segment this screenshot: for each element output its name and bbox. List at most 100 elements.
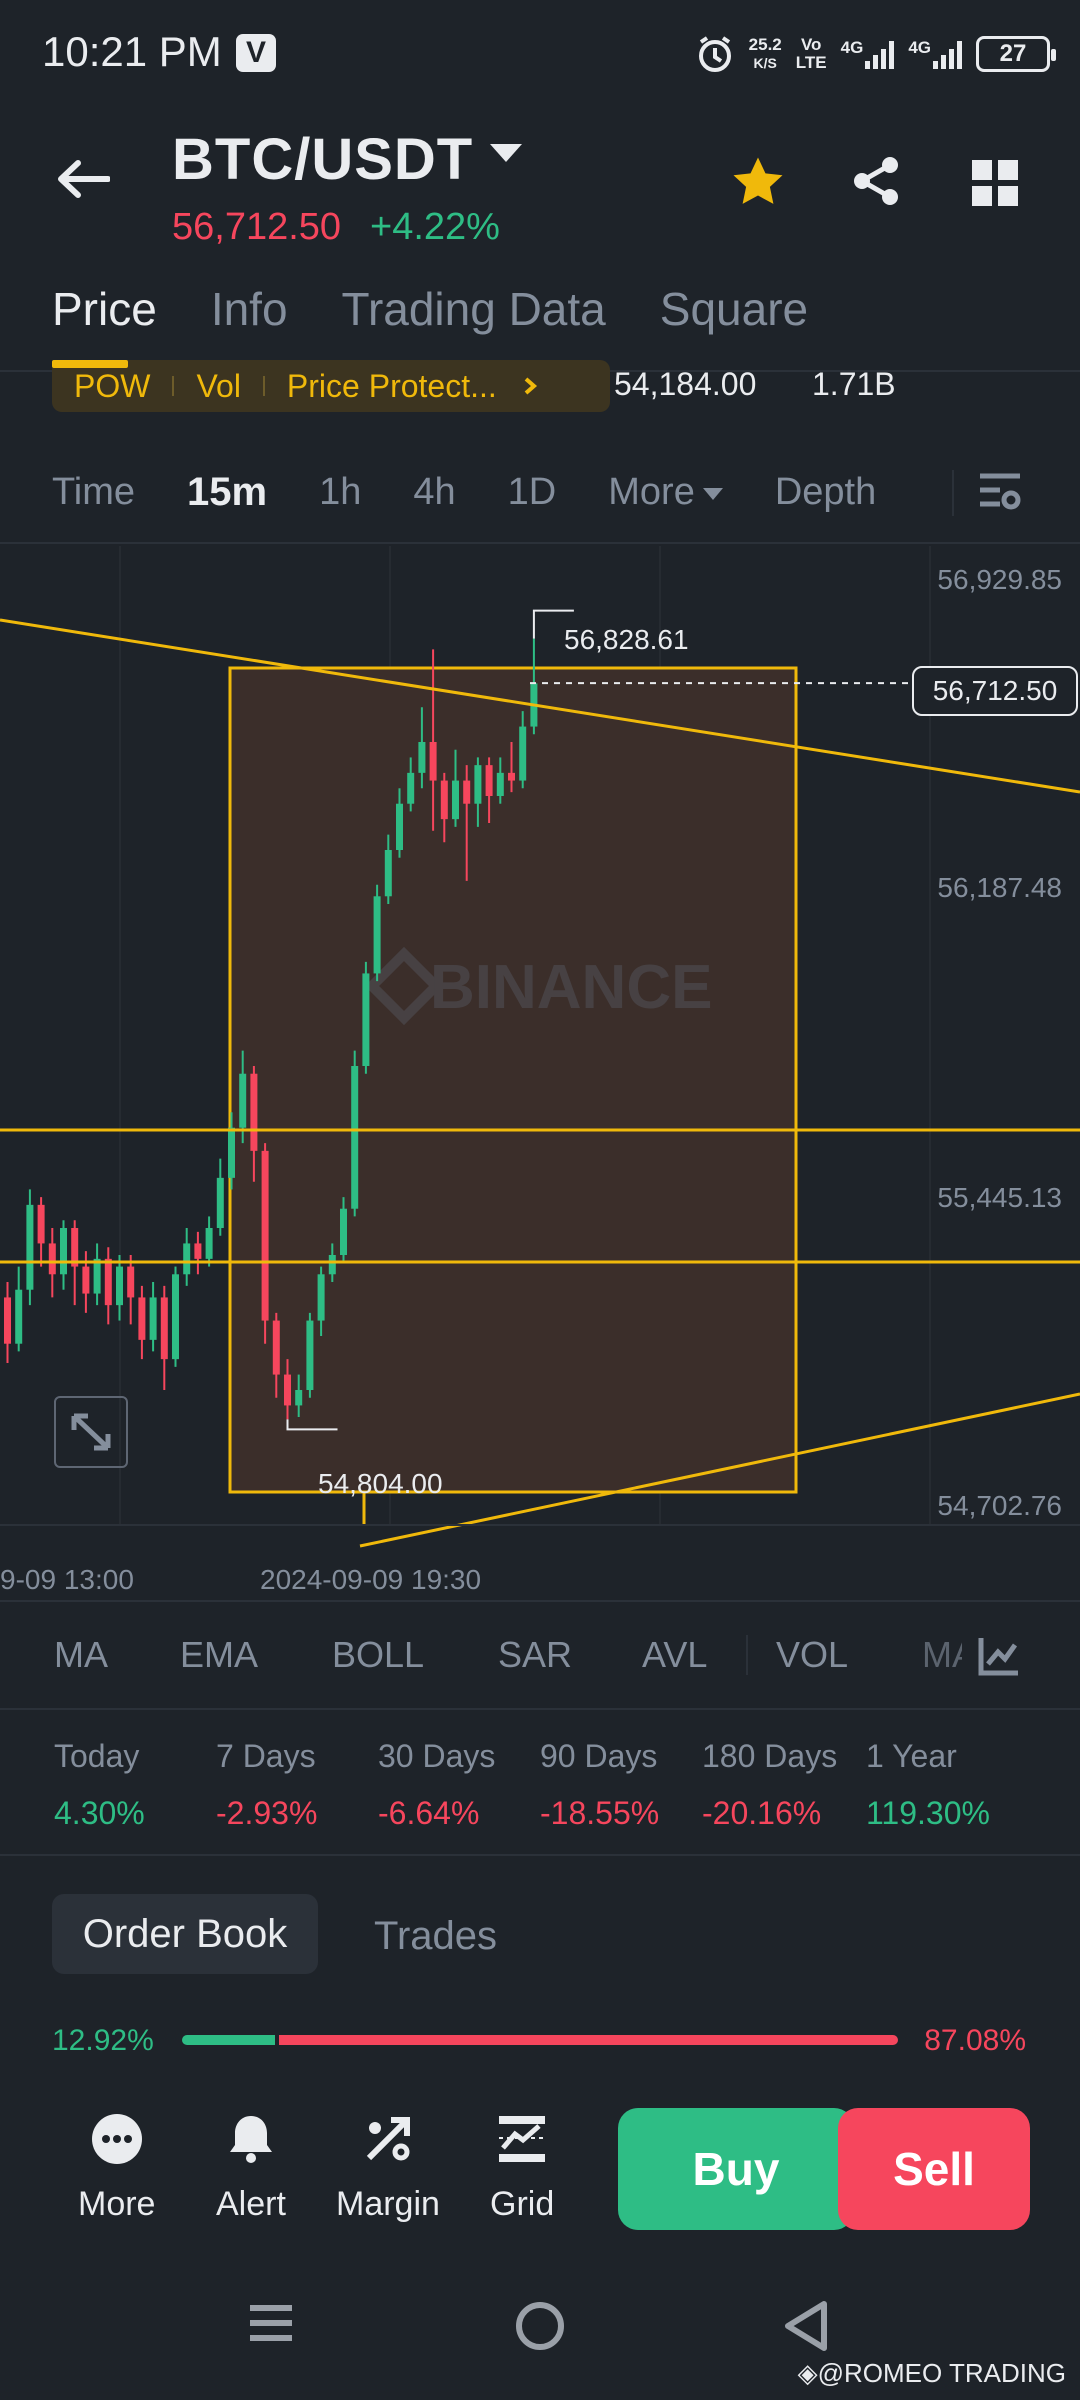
status-icons: 25.2 K/S Vo LTE 4G 4G 27 [695,30,1056,78]
candle [508,772,515,781]
margin-percent-icon [366,2117,410,2161]
candle [194,1243,202,1259]
interval-depth[interactable]: Depth [775,471,876,514]
price-chart[interactable]: BINANCE 56,929.85 56,187.48 55,445.13 54… [0,546,1080,1596]
perf-90-days: 90 Days -18.55% [540,1738,660,1831]
home-icon[interactable] [514,2300,566,2352]
diamond-icon: ◈ [797,2358,818,2388]
candle [452,780,459,820]
alarm-icon [698,36,731,72]
candle [407,772,415,804]
interval-1d[interactable]: 1D [508,471,557,514]
nav-back-icon[interactable] [782,2300,830,2352]
x-tick-label: 2024-09-09 19:30 [260,1564,482,1595]
indicator-ma[interactable]: MA [54,1634,180,1676]
tab-order-book[interactable]: Order Book [52,1894,318,1974]
indicator-avl[interactable]: AVL [642,1634,746,1676]
indicator-ma-sub[interactable]: MA [922,1634,962,1676]
alert-button[interactable]: Alert [216,2112,286,2224]
tag-highlight-bar [52,360,128,368]
y-tick-label: 56,929.85 [937,564,1062,595]
candle [317,1274,325,1321]
candle [373,896,381,974]
low-price-label: 54,804.00 [318,1468,443,1499]
drawn-rectangle[interactable] [228,666,798,1494]
candle [250,1073,258,1151]
ask-ratio-bar [278,2035,898,2045]
indicator-ema[interactable]: EMA [180,1634,332,1676]
candle [272,1320,280,1375]
v-app-icon: V [236,34,276,72]
candle [362,973,370,1066]
expand-icon [71,1413,111,1451]
candle [306,1320,314,1390]
candle [340,1208,347,1255]
candle [328,1255,336,1275]
candle [116,1266,123,1306]
back-arrow-icon[interactable] [56,160,110,198]
candle [160,1297,168,1360]
expand-chart-button[interactable] [54,1396,128,1468]
chart-settings-icon[interactable] [978,470,1022,514]
price-change: +4.22% [370,206,500,248]
bell-icon [229,2116,272,2163]
tag-vol[interactable]: Vol [174,368,262,405]
high-price-label: 56,828.61 [564,624,689,655]
caret-down-icon [702,487,723,500]
watermark-text: BINANCE [430,953,712,1022]
favorite-star-icon[interactable] [730,155,786,209]
grid-trading-icon [499,2116,546,2162]
bid-ratio: 12.92% [52,2024,154,2057]
pair-dropdown-icon[interactable] [490,144,522,162]
indicator-sar[interactable]: SAR [498,1634,642,1676]
chevron-right-icon[interactable] [523,376,539,396]
signal-sim1-icon: 4G [841,39,895,69]
tab-info[interactable]: Info [211,282,288,336]
indicator-boll[interactable]: BOLL [332,1634,498,1676]
interval-1h[interactable]: 1h [319,471,361,514]
indicator-divider-line [0,1708,1080,1710]
interval-time[interactable]: Time [52,471,135,514]
candle [440,780,448,820]
candle [485,765,493,796]
more-button[interactable]: More [78,2112,155,2224]
perf-divider [0,1854,1080,1856]
margin-button[interactable]: Margin [336,2112,440,2224]
candle [418,742,426,773]
recent-apps-icon[interactable] [248,2300,294,2346]
tab-trades[interactable]: Trades [374,1914,497,1959]
pair-title[interactable]: BTC/USDT [172,126,473,193]
interval-more[interactable]: More [608,471,723,514]
interval-4h[interactable]: 4h [413,471,455,514]
candle [396,803,403,850]
tab-square[interactable]: Square [660,282,808,336]
interval-15m[interactable]: 15m [187,470,267,515]
buy-button[interactable]: Buy [618,2108,854,2230]
candle [216,1177,224,1228]
bid-ratio-bar [182,2035,275,2045]
interval-divider [952,470,954,516]
candle [261,1150,269,1321]
tab-trading-data[interactable]: Trading Data [342,282,606,336]
candle [496,772,504,796]
candle [183,1243,191,1275]
candle [474,765,482,804]
grid-button[interactable]: Grid [490,2112,554,2224]
indicator-vol[interactable]: VOL [776,1634,922,1676]
tag-price-protect[interactable]: Price Protect... [265,368,519,405]
signal-sim2-icon: 4G [908,39,962,69]
candle [127,1266,135,1298]
tag-pow[interactable]: POW [52,368,172,405]
indicator-bar: MA EMA BOLL SAR AVL VOL MA [54,1634,962,1676]
sell-button[interactable]: Sell [838,2108,1030,2230]
grid-menu-icon[interactable] [972,160,1018,206]
more-dots-icon [91,2114,142,2164]
share-icon[interactable] [850,155,902,207]
chart-bottom-divider [0,1600,1080,1602]
tab-price[interactable]: Price [52,282,157,336]
perf-7-days: 7 Days -2.93% [216,1738,318,1831]
y-tick-label: 54,702.76 [937,1490,1062,1521]
tag-strip[interactable]: POW Vol Price Protect... [52,360,610,412]
indicator-settings-icon[interactable] [978,1636,1020,1676]
candle [295,1390,303,1406]
